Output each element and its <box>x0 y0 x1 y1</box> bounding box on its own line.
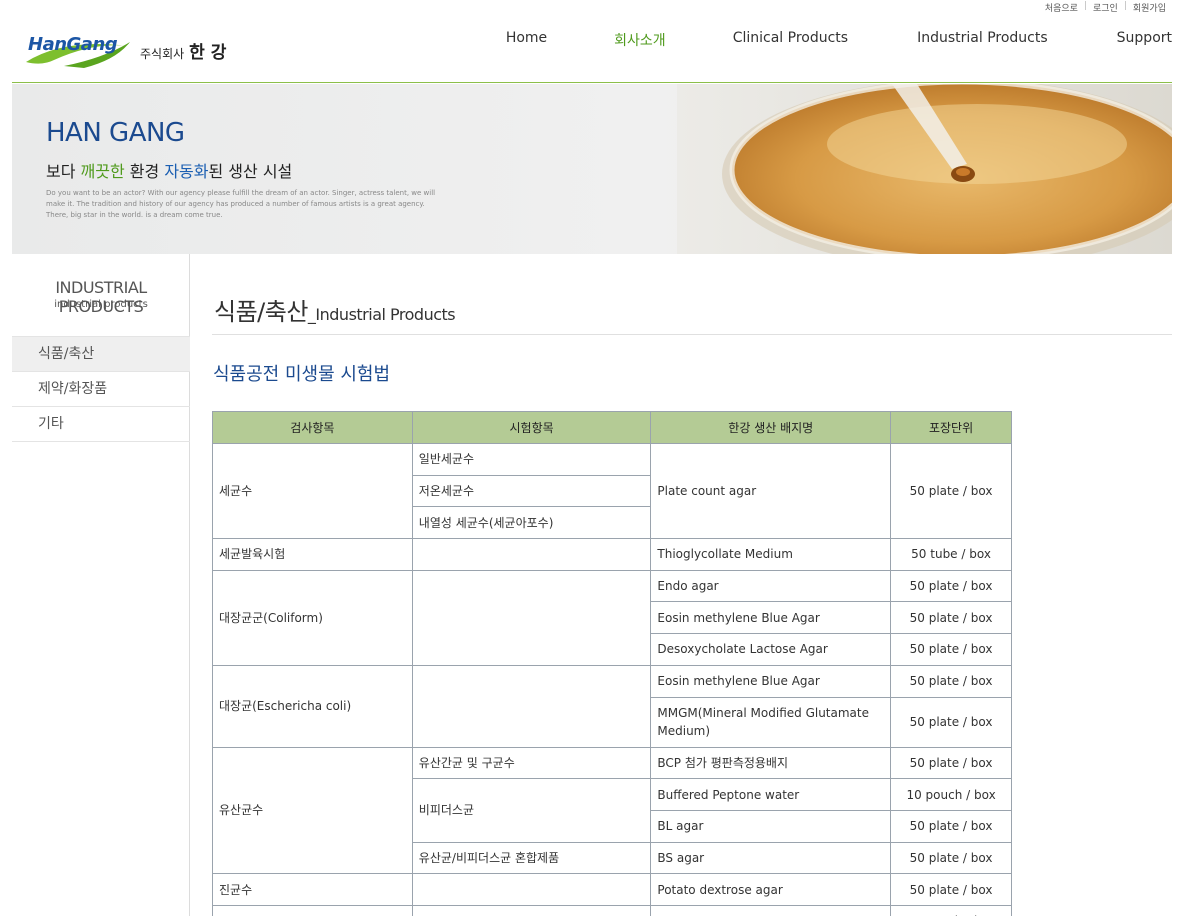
cell-package: 10 pouch / box <box>890 904 1012 916</box>
table-header-row: 검사항목 시험항목 한강 생산 배지명 포장단위 <box>212 411 1012 444</box>
logo-company-main: 한 강 <box>189 42 227 63</box>
nav-about[interactable]: 회사소개 <box>614 30 666 50</box>
sidebar-subtitle: industrial products <box>54 299 148 310</box>
cell-test <box>411 538 652 571</box>
main-nav: Home 회사소개 Clinical Products Industrial P… <box>506 30 1172 50</box>
cell-medium: Potato dextrose agar <box>650 873 892 906</box>
sidebar-item-others[interactable]: 기타 <box>12 407 190 442</box>
table-row: 유산균수 유산간균 및 구균수 BCP 첨가 평판측정용배지 50 plate … <box>212 746 1012 875</box>
cell-package: 50 plate / box <box>890 633 1012 666</box>
banner-subtitle: 보다 깨끗한 환경 자동화된 생산 시설 <box>46 158 292 182</box>
media-table: 검사항목 시험항목 한강 생산 배지명 포장단위 세균수 일반세균수 Plate… <box>212 411 1012 916</box>
page-title-ko: 식품/축산 <box>214 298 308 326</box>
cell-package: 50 plate / box <box>890 696 1012 748</box>
title-divider <box>212 334 1172 335</box>
cell-inspection: 유산균수 <box>212 746 413 875</box>
cell-medium: Eosin methylene Blue Agar <box>650 601 892 635</box>
cell-inspection: 진균수 <box>212 873 413 906</box>
col-header-package: 포장단위 <box>890 411 1012 444</box>
cell-inspection: 세균수 <box>212 442 413 540</box>
petri-dish-image <box>677 84 1172 254</box>
cell-medium: BS agar <box>650 841 892 875</box>
banner-sub-part: 보다 <box>46 162 81 181</box>
cell-package: 50 plate / box <box>890 841 1012 875</box>
util-home-link[interactable]: 처음으로 <box>1045 1 1078 14</box>
table-row: Peptone Water 10 pouch / box <box>212 904 1012 916</box>
cell-inspection <box>212 904 413 916</box>
col-header-inspection: 검사항목 <box>212 411 413 444</box>
cell-package: 50 plate / box <box>890 601 1012 635</box>
banner-title: HAN GANG <box>46 118 185 148</box>
cell-test <box>411 569 652 666</box>
sidebar-item-pharma-cosmetics[interactable]: 제약/화장품 <box>12 372 190 407</box>
util-separator: | <box>1083 1 1087 11</box>
cell-test <box>411 904 652 916</box>
cell-package: 50 plate / box <box>890 569 1012 603</box>
banner-sub-highlight-green: 깨끗한 <box>80 162 125 181</box>
header-divider <box>12 82 1172 83</box>
table-row: 진균수 Potato dextrose agar 50 plate / box <box>212 873 1012 906</box>
cell-test: 내열성 세균수(세균아포수) <box>411 506 652 540</box>
col-header-medium: 한강 생산 배지명 <box>650 411 892 444</box>
hero-banner: HAN GANG 보다 깨끗한 환경 자동화된 생산 시설 Do you wan… <box>12 84 1172 254</box>
logo-company-prefix: 주식회사 <box>140 46 185 61</box>
section-title: 식품공전 미생물 시험법 <box>213 364 391 385</box>
cell-medium: Desoxycholate Lactose Agar <box>650 633 892 666</box>
cell-medium: BL agar <box>650 809 892 843</box>
sidebar-title: INDUSTRIAL PRODUCTS <box>55 278 147 316</box>
cell-test <box>411 873 652 906</box>
banner-sub-part: 환경 <box>124 162 165 181</box>
page-title-en: _Industrial Products <box>307 305 456 324</box>
cell-test: 저온세균수 <box>411 474 652 508</box>
cell-medium: Plate count agar <box>650 442 892 540</box>
banner-sub-highlight-blue: 자동화 <box>164 162 209 181</box>
cell-package: 10 pouch / box <box>890 778 1012 811</box>
table-row: 세균발육시험 Thioglycollate Medium 50 tube / b… <box>212 538 1012 571</box>
cell-package: 50 tube / box <box>890 538 1012 571</box>
nav-support[interactable]: Support <box>1117 30 1172 50</box>
util-join-link[interactable]: 회원가입 <box>1133 1 1166 14</box>
cell-medium: Buffered Peptone water <box>650 778 892 811</box>
cell-medium: Eosin methylene Blue Agar <box>650 664 892 698</box>
cell-package: 50 plate / box <box>890 746 1012 780</box>
cell-medium: Endo agar <box>650 569 892 603</box>
cell-package: 50 plate / box <box>890 442 1012 540</box>
table-row: 대장균(Eschericha coli) Eosin methylene Blu… <box>212 664 1012 748</box>
cell-inspection: 세균발육시험 <box>212 538 413 571</box>
cell-package: 50 plate / box <box>890 664 1012 698</box>
table-row: 대장균군(Coliform) Endo agar 50 plate / box <box>212 569 1012 666</box>
cell-medium: MMGM(Mineral Modified Glutamate Medium) <box>650 696 892 748</box>
banner-sub-part: 된 생산 시설 <box>208 162 293 181</box>
logo-brand-text: HanGang <box>28 34 118 55</box>
cell-inspection: 대장균군(Coliform) <box>212 569 413 666</box>
nav-clinical-products[interactable]: Clinical Products <box>733 30 848 50</box>
site-logo[interactable]: HanGang 주식회사 한 강 <box>24 30 226 70</box>
nav-industrial-products[interactable]: Industrial Products <box>917 30 1048 50</box>
utility-links: 처음으로 | 로그인 | 회원가입 <box>1045 1 1166 14</box>
cell-medium: BCP 첨가 평판측정용배지 <box>650 746 892 780</box>
cell-inspection: 대장균(Eschericha coli) <box>212 664 413 748</box>
cell-medium: Thioglycollate Medium <box>650 538 892 571</box>
cell-test <box>411 664 652 748</box>
cell-medium: Peptone Water <box>650 904 892 916</box>
sidebar-menu: 식품/축산 제약/화장품 기타 <box>12 336 190 442</box>
page-title: 식품/축산_Industrial Products <box>214 292 456 327</box>
util-separator: | <box>1123 1 1127 11</box>
util-login-link[interactable]: 로그인 <box>1093 1 1118 14</box>
cell-package: 50 plate / box <box>890 809 1012 843</box>
table-row: 세균수 일반세균수 Plate count agar 50 plate / bo… <box>212 442 1012 540</box>
col-header-test: 시험항목 <box>411 411 652 444</box>
cell-test: 일반세균수 <box>411 443 652 476</box>
cell-test: 비피더스균 <box>411 778 652 843</box>
cell-test: 유산간균 및 구균수 <box>411 746 652 780</box>
cell-package: 50 plate / box <box>890 873 1012 906</box>
sidebar-item-food-livestock[interactable]: 식품/축산 <box>12 337 190 372</box>
sidebar: INDUSTRIAL PRODUCTS industrial products … <box>12 254 190 916</box>
logo-company-name: 주식회사 한 강 <box>140 38 226 63</box>
banner-description: Do you want to be an actor? With our age… <box>46 189 436 219</box>
logo-mark: HanGang <box>24 30 132 70</box>
cell-test: 유산균/비피더스균 혼합제품 <box>411 841 652 875</box>
nav-home[interactable]: Home <box>506 30 547 50</box>
